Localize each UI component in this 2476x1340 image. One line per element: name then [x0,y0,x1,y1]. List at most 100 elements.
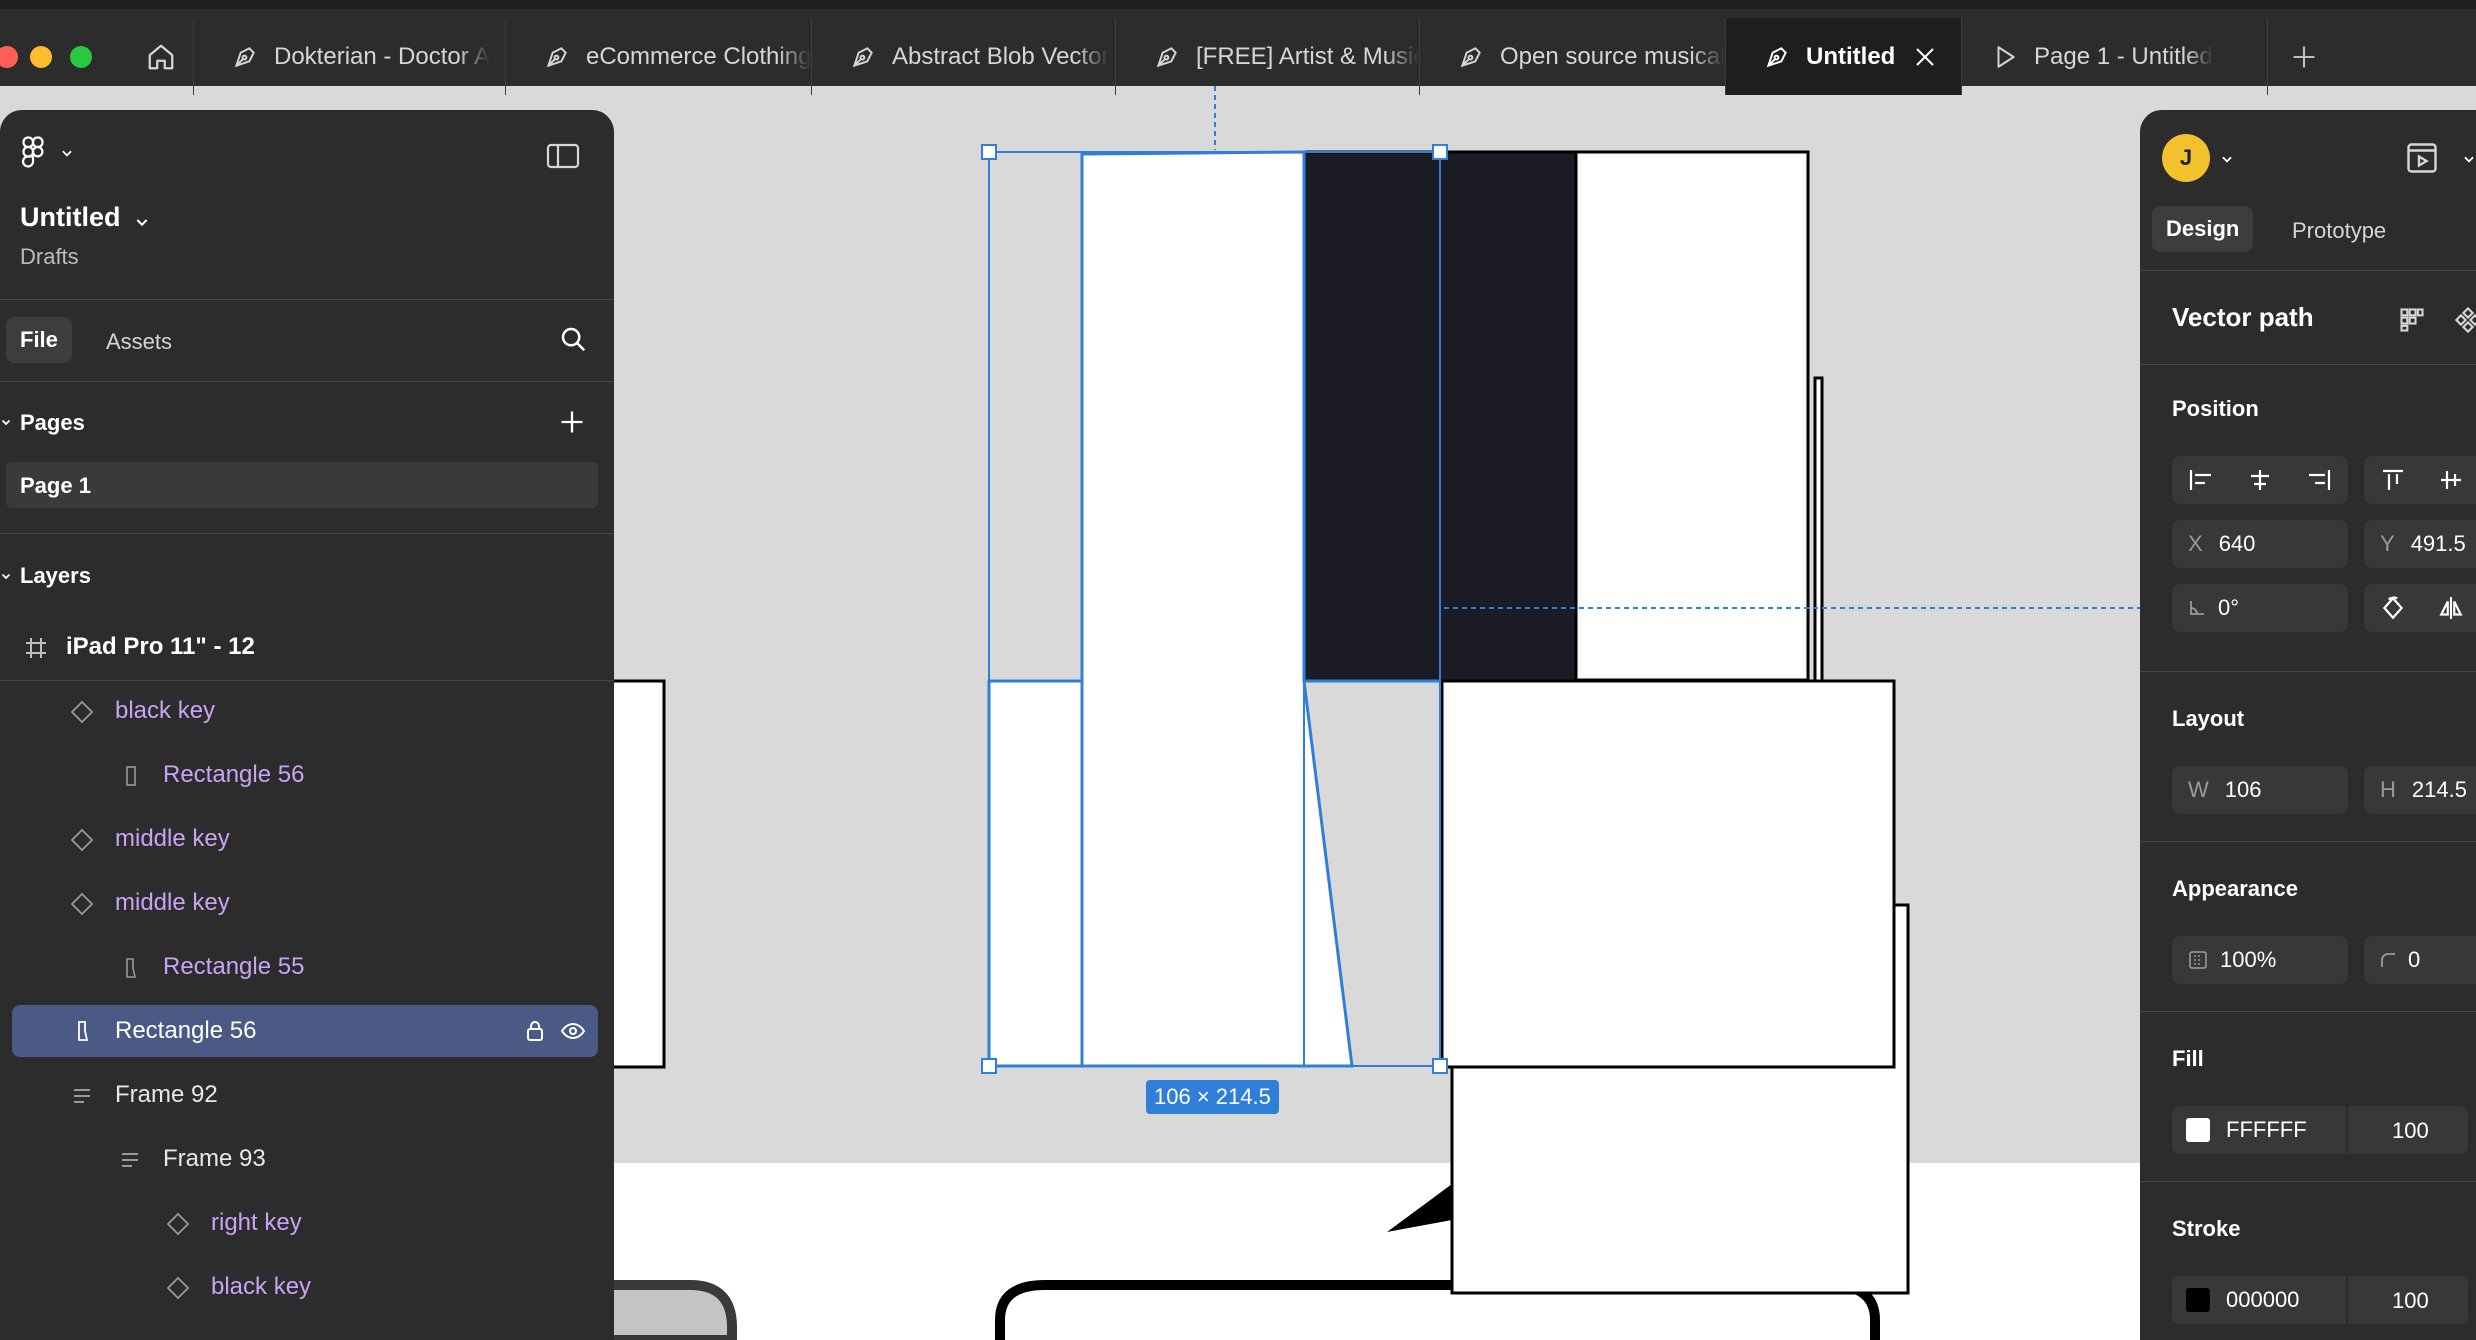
divider [0,381,614,382]
layer-name: Frame 92 [115,1081,218,1108]
component-instance-icon [70,892,94,916]
add-page-icon[interactable] [558,408,586,436]
flip-horizontal-icon[interactable] [2438,595,2464,621]
tab-dokterian[interactable]: Dokterian - Doctor A [194,18,506,95]
window-close-control[interactable] [0,46,18,68]
width-field[interactable]: W 106 [2172,766,2348,814]
stroke-color-field[interactable]: 000000 100 [2172,1276,2468,1324]
eye-icon[interactable] [560,1020,586,1042]
layer-frame-92[interactable]: Frame 92 [0,1064,614,1128]
align-top-icon[interactable] [2380,468,2406,492]
tab-label: Page 1 - Untitled [2034,42,2213,70]
divider [2140,671,2476,672]
corner-radius-field[interactable]: 0 [2364,936,2476,984]
left-sidebar: Untitled Drafts File Assets Pages Page 1… [0,110,614,1340]
right-key-back-shape[interactable] [1813,376,1824,684]
layer-rectangle-56-selected[interactable]: Rectangle 56 [12,1005,598,1057]
tab-page1-prototype[interactable]: Page 1 - Untitled [1962,18,2268,95]
transform-group [2364,584,2476,632]
chevron-down-icon[interactable] [0,416,12,428]
divider [2140,1181,2476,1182]
tab-assets[interactable]: Assets [106,329,172,355]
search-icon[interactable] [558,324,588,354]
layout-heading: Layout [2172,706,2245,731]
divider [0,533,614,534]
right-key-foot-shape[interactable] [1440,679,1896,1069]
chevron-down-icon[interactable] [134,214,150,230]
align-left-icon[interactable] [2188,468,2214,492]
main-menu-button[interactable] [21,136,72,173]
y-field[interactable]: Y 491.5 [2364,520,2476,568]
height-field[interactable]: H 214.5 [2364,766,2476,814]
divider [0,299,614,300]
fill-swatch[interactable] [2186,1118,2210,1142]
chevron-down-icon [62,150,72,157]
tab-abstract-blob[interactable]: Abstract Blob Vector [812,18,1116,95]
figma-pen-icon [234,46,255,67]
rotation-field[interactable]: 0° [2172,584,2348,632]
layer-black-key-b[interactable]: black key [0,1256,614,1320]
page-item-active[interactable]: Page 1 [6,462,598,508]
resize-handle-top-left[interactable] [981,144,997,160]
chevron-down-icon[interactable] [0,570,12,582]
tab-design[interactable]: Design [2152,206,2254,252]
align-middle-vertical-icon[interactable] [2438,468,2464,492]
tab-open-source-musical[interactable]: Open source musical [1420,18,1726,95]
layer-middle-key-a[interactable]: middle key [0,808,614,872]
lock-icon[interactable] [524,1019,546,1043]
x-field[interactable]: X 640 [2172,520,2348,568]
align-horizontal-group [2172,456,2348,504]
file-name[interactable]: Untitled [20,202,121,233]
layer-black-key[interactable]: black key [0,680,614,744]
layer-middle-key-b[interactable]: middle key [0,872,614,936]
layer-rectangle-56-a[interactable]: Rectangle 56 [0,744,614,808]
divider [2140,841,2476,842]
home-tab[interactable] [128,18,194,95]
align-right-icon[interactable] [2306,468,2332,492]
layer-name: Rectangle 55 [163,953,305,980]
chevron-down-icon[interactable] [2462,152,2476,166]
layer-name: middle key [115,825,230,852]
home-icon [148,44,173,69]
chevron-down-icon[interactable] [2220,152,2234,166]
file-location[interactable]: Drafts [20,244,79,270]
tab-file[interactable]: File [6,317,72,363]
window-maximize-control[interactable] [70,46,92,68]
stroke-swatch[interactable] [2186,1288,2210,1312]
tab-label: Abstract Blob Vector [892,42,1110,70]
auto-layout-icon [122,1153,138,1167]
component-icon[interactable] [2454,306,2476,334]
layer-frame-93[interactable]: Frame 93 [0,1128,614,1192]
pages-heading[interactable]: Pages [20,410,85,436]
tab-prototype[interactable]: Prototype [2292,218,2386,244]
rotate-90-icon[interactable] [2380,595,2406,621]
opacity-field[interactable]: 100% [2172,936,2348,984]
layer-frame-ipad[interactable]: iPad Pro 11" - 12 [0,616,614,680]
tab-untitled[interactable]: Untitled [1726,18,1962,95]
layer-rectangle-55[interactable]: Rectangle 55 [0,936,614,1000]
divider [2140,270,2476,271]
rectangle-icon [126,766,136,786]
tab-ecommerce[interactable]: eCommerce Clothing [506,18,812,95]
close-icon[interactable] [1913,45,1937,69]
window-minimize-control[interactable] [30,46,52,68]
middle-key-shape[interactable] [987,150,1354,1068]
toggle-sidebar-icon[interactable] [546,142,580,170]
field-divider [2346,1106,2348,1154]
component-instance-icon [70,828,94,852]
resize-handle-bottom-right[interactable] [1432,1058,1448,1074]
appearance-heading: Appearance [2172,876,2298,901]
layers-heading[interactable]: Layers [20,563,91,589]
layer-right-key[interactable]: right key [0,1192,614,1256]
resize-handle-bottom-left[interactable] [981,1058,997,1074]
w-value: 106 [2224,777,2262,802]
resize-handle-top-right[interactable] [1432,144,1448,160]
fill-color-field[interactable]: FFFFFF 100 [2172,1106,2468,1154]
new-tab-button[interactable] [2268,18,2340,95]
grid-icon[interactable] [2398,306,2426,334]
avatar[interactable]: J [2162,134,2210,182]
present-icon[interactable] [2404,140,2440,176]
tab-artist-music[interactable]: [FREE] Artist & Music [1116,18,1420,95]
align-center-horizontal-icon[interactable] [2247,468,2273,492]
layer-name: Rectangle 56 [115,1017,257,1044]
